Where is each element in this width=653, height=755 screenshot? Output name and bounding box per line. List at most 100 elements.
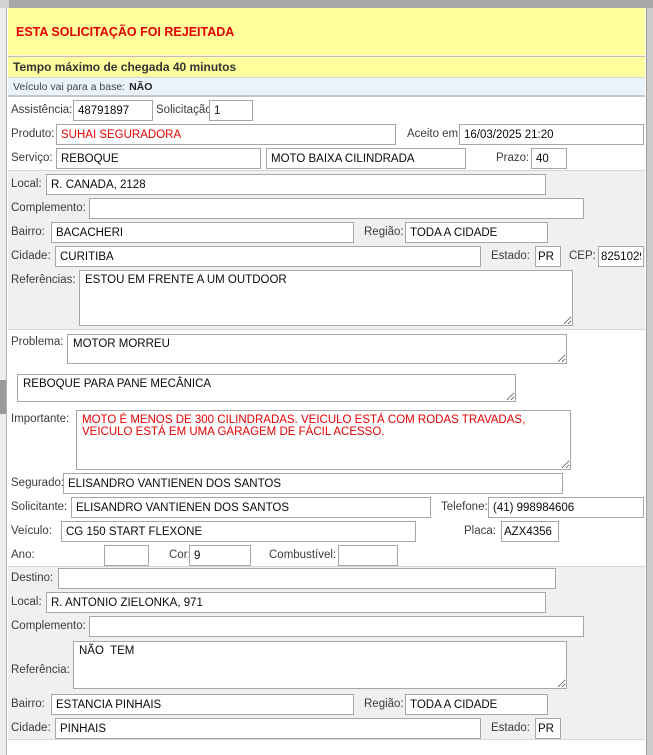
produto-input[interactable] <box>56 124 396 145</box>
destino-input[interactable] <box>58 568 556 589</box>
dest-estado-label: Estado: <box>491 717 530 740</box>
servico-tipo-input[interactable] <box>266 148 466 169</box>
origin-cidade-input[interactable] <box>55 246 481 267</box>
prazo-input[interactable] <box>531 148 567 169</box>
origin-bairro-row: Bairro: Região: <box>8 221 645 245</box>
solicitante-label: Solicitante: <box>11 496 67 519</box>
origin-regiao-input[interactable] <box>405 222 548 243</box>
solicitante-row: Solicitante: Telefone: <box>8 496 645 520</box>
origin-complemento-row: Complemento: <box>8 197 645 221</box>
problema-detalhe-row: REBOQUE PARA PANE MECÂNICA <box>8 370 645 408</box>
bottom-strip <box>8 740 645 755</box>
origin-bairro-input[interactable] <box>51 222 354 243</box>
origin-cidade-label: Cidade: <box>11 245 51 268</box>
destino-row: Destino: <box>8 567 645 591</box>
dest-referencia-textarea[interactable]: NÃO TEM <box>73 641 567 689</box>
origin-cidade-row: Cidade: Estado: CEP: <box>8 245 645 269</box>
solicitacao-input[interactable] <box>209 100 253 121</box>
origin-referencias-textarea[interactable]: ESTOU EM FRENTE A UM OUTDOOR <box>79 270 573 326</box>
dest-referencia-row: Referência: NÃO TEM <box>8 639 645 693</box>
veiculo-label: Veículo: <box>11 520 52 543</box>
problema-textarea[interactable]: MOTOR MORREU <box>67 334 567 364</box>
dest-bairro-row: Bairro: Região: <box>8 693 645 717</box>
origin-complemento-input[interactable] <box>89 198 584 219</box>
origin-address-section: Local: Complemento: Bairro: Região: Cida… <box>8 170 645 330</box>
origin-estado-label: Estado: <box>491 245 530 268</box>
telefone-input[interactable] <box>488 497 644 518</box>
prazo-label: Prazo: <box>496 147 529 170</box>
assistance-request-window: ESTA SOLICITAÇÃO FOI REJEITADA Tempo máx… <box>0 0 653 755</box>
placa-label: Placa: <box>464 520 496 543</box>
form-content: ESTA SOLICITAÇÃO FOI REJEITADA Tempo máx… <box>8 8 645 755</box>
segurado-label: Segurado: <box>11 472 64 495</box>
dest-cidade-label: Cidade: <box>11 717 51 740</box>
aceito-em-input[interactable] <box>459 124 644 145</box>
arrival-time-text: Tempo máximo de chegada 40 minutos <box>13 60 236 74</box>
right-scrollbar-track[interactable] <box>646 8 653 755</box>
window-top-corner <box>0 0 9 8</box>
dest-local-label: Local: <box>11 591 42 614</box>
rejected-banner: ESTA SOLICITAÇÃO FOI REJEITADA <box>8 8 645 56</box>
problema-label: Problema: <box>11 333 63 351</box>
ano-label: Ano: <box>11 544 35 567</box>
left-scrollbar-thumb[interactable] <box>0 380 6 414</box>
produto-row: Produto: Aceito em: <box>8 123 645 147</box>
origin-cep-label: CEP: <box>569 245 596 268</box>
origin-local-label: Local: <box>11 173 42 196</box>
problem-vehicle-section: Problema: MOTOR MORREU REBOQUE PARA PANE… <box>8 330 645 566</box>
dest-estado-input[interactable] <box>535 718 561 739</box>
origin-cep-input[interactable] <box>598 246 644 267</box>
problema-detalhe-textarea[interactable]: REBOQUE PARA PANE MECÂNICA <box>17 374 516 402</box>
cor-label: Cor: <box>169 544 191 567</box>
servico-input[interactable] <box>56 148 261 169</box>
aceito-em-label: Aceito em: <box>407 123 461 146</box>
veiculo-row: Veículo: Placa: <box>8 520 645 544</box>
dest-regiao-input[interactable] <box>405 694 548 715</box>
solicitante-input[interactable] <box>71 497 431 518</box>
importante-row: Importante: MOTO É MENOS DE 300 CILINDRA… <box>8 408 645 472</box>
segurado-input[interactable] <box>63 473 563 494</box>
veiculo-input[interactable] <box>61 521 416 542</box>
base-info-bar: Veículo vai para a base: NÃO <box>8 77 645 97</box>
problema-row: Problema: MOTOR MORREU <box>8 330 645 370</box>
window-top-bar <box>0 0 653 8</box>
ano-cor-combustivel-row: Ano: Cor: Combustível: <box>8 544 645 566</box>
left-scrollbar-track[interactable] <box>0 8 7 755</box>
header-fields-section: Assistência: Solicitação: Produto: Aceit… <box>8 97 645 170</box>
produto-label: Produto: <box>11 123 54 146</box>
telefone-label: Telefone: <box>441 496 488 519</box>
combustivel-input[interactable] <box>338 545 398 566</box>
origin-estado-input[interactable] <box>535 246 561 267</box>
origin-bairro-label: Bairro: <box>11 221 45 244</box>
base-info-label: Veículo vai para a base: <box>13 81 125 93</box>
placa-input[interactable] <box>501 521 559 542</box>
dest-bairro-label: Bairro: <box>11 693 45 716</box>
assistencia-label: Assistência: <box>11 99 72 122</box>
combustivel-label: Combustível: <box>269 544 336 567</box>
origin-regiao-label: Região: <box>364 221 404 244</box>
origin-complemento-label: Complemento: <box>11 197 86 220</box>
dest-cidade-input[interactable] <box>55 718 481 739</box>
origin-referencias-row: Referências: ESTOU EM FRENTE A UM OUTDOO… <box>8 269 645 331</box>
arrival-time-banner: Tempo máximo de chegada 40 minutos <box>8 56 645 77</box>
cor-input[interactable] <box>189 545 251 566</box>
origin-local-row: Local: <box>8 173 645 197</box>
ano-input[interactable] <box>104 545 149 566</box>
dest-cidade-row: Cidade: Estado: <box>8 717 645 741</box>
dest-complemento-row: Complemento: <box>8 615 645 639</box>
origin-referencias-label: Referências: <box>11 271 76 289</box>
dest-complemento-label: Complemento: <box>11 615 86 638</box>
destino-label: Destino: <box>11 567 53 590</box>
importante-textarea[interactable]: MOTO É MENOS DE 300 CILINDRADAS. VEICULO… <box>76 410 571 470</box>
assistencia-input[interactable] <box>73 100 153 121</box>
dest-regiao-label: Região: <box>364 693 404 716</box>
dest-bairro-input[interactable] <box>51 694 354 715</box>
base-info-value: NÃO <box>129 81 152 93</box>
dest-local-input[interactable] <box>46 592 546 613</box>
importante-label: Importante: <box>11 410 69 428</box>
dest-referencia-label: Referência: <box>11 661 70 679</box>
origin-local-input[interactable] <box>46 174 546 195</box>
dest-complemento-input[interactable] <box>89 616 584 637</box>
servico-row: Serviço: Prazo: <box>8 147 645 171</box>
assistencia-row: Assistência: Solicitação: <box>8 99 645 123</box>
